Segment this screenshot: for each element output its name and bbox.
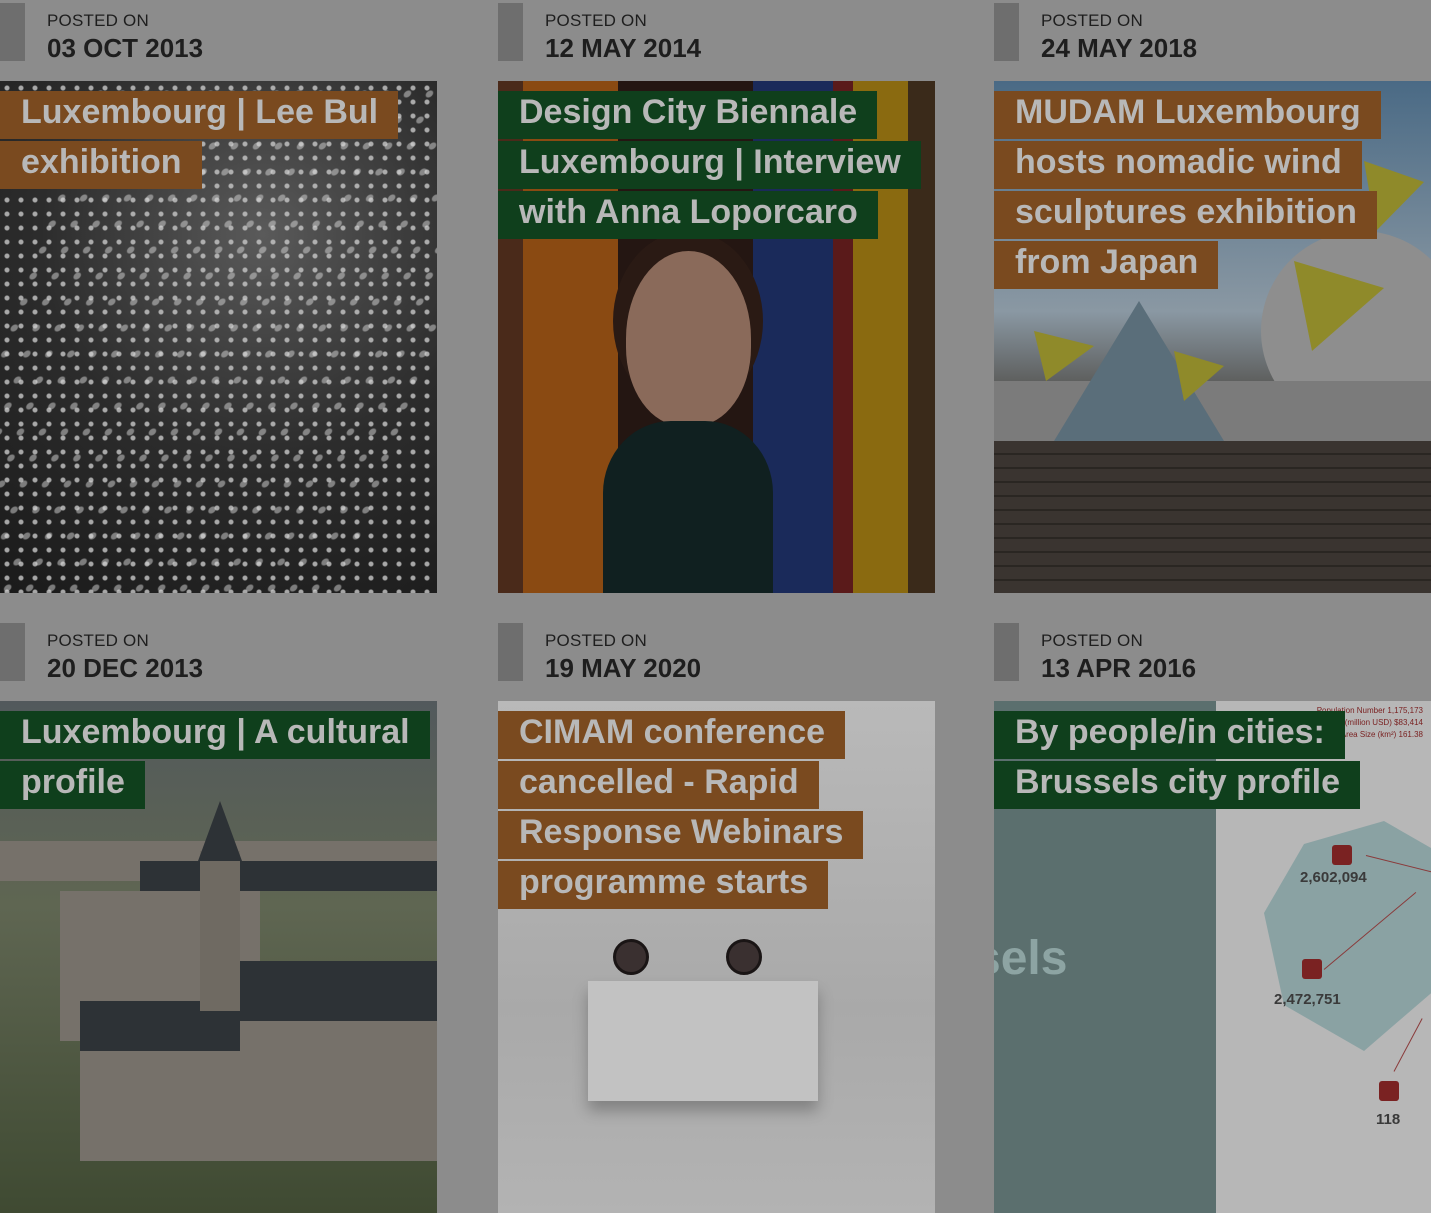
posted-on-label: POSTED ON — [47, 11, 149, 30]
meta-bar — [0, 3, 25, 61]
article-card[interactable]: POSTED ON 12 MAY 2014 Design City Bienna… — [498, 0, 935, 593]
infographic-band-text: sels — [994, 932, 1068, 985]
article-thumbnail[interactable]: Luxembourg | Lee Bul exhibition — [0, 81, 437, 593]
article-card[interactable]: POSTED ON 13 APR 2016 sels Population Nu… — [994, 620, 1431, 1213]
meta-bar — [994, 3, 1019, 61]
meta-bar — [498, 3, 523, 61]
post-date: 13 APR 2016 — [1041, 653, 1197, 683]
article-thumbnail[interactable]: sels Population Number 1,175,173 GDP (mi… — [994, 701, 1431, 1213]
posted-on-label: POSTED ON — [47, 631, 149, 650]
posted-on-label: POSTED ON — [545, 11, 647, 30]
post-date: 19 MAY 2020 — [545, 653, 702, 683]
infographic-stat: 2,602,094 — [1300, 869, 1367, 886]
post-meta: POSTED ON 24 MAY 2018 — [994, 0, 1431, 81]
article-card[interactable]: POSTED ON 19 MAY 2020 CIMAM conference c… — [498, 620, 935, 1213]
article-thumbnail[interactable]: MUDAM Luxembourg hosts nomadic wind scul… — [994, 81, 1431, 593]
meta-bar — [0, 623, 25, 681]
meta-bar — [994, 623, 1019, 681]
posted-on-label: POSTED ON — [1041, 11, 1143, 30]
article-thumbnail[interactable]: Luxembourg | A cultural profile — [0, 701, 437, 1213]
meta-bar — [498, 623, 523, 681]
article-grid: POSTED ON 03 OCT 2013 Luxembourg | Lee B… — [0, 0, 1431, 1213]
post-meta: POSTED ON 12 MAY 2014 — [498, 0, 935, 81]
post-meta: POSTED ON 03 OCT 2013 — [0, 0, 437, 81]
article-card[interactable]: POSTED ON 20 DEC 2013 Luxembourg | A cul… — [0, 620, 437, 1213]
article-title[interactable]: Design City Biennale Luxembourg | Interv… — [498, 87, 921, 239]
post-meta: POSTED ON 19 MAY 2020 — [498, 620, 935, 701]
article-thumbnail[interactable]: Design City Biennale Luxembourg | Interv… — [498, 81, 935, 593]
article-title[interactable]: By people/in cities: Brussels city profi… — [994, 707, 1414, 809]
article-card[interactable]: POSTED ON 24 MAY 2018 MUDAM Luxembourg h… — [994, 0, 1431, 593]
post-date: 20 DEC 2013 — [47, 653, 204, 683]
article-title[interactable]: CIMAM conference cancelled - Rapid Respo… — [498, 707, 918, 909]
post-meta: POSTED ON 20 DEC 2013 — [0, 620, 437, 701]
post-date: 03 OCT 2013 — [47, 33, 204, 63]
infographic-stat: 2,472,751 — [1274, 991, 1341, 1008]
infographic-stat: 118 — [1376, 1111, 1401, 1128]
books-icon — [1379, 1081, 1399, 1101]
suitcase-icon — [1332, 845, 1352, 865]
posted-on-label: POSTED ON — [1041, 631, 1143, 650]
people-icon — [1302, 959, 1322, 979]
article-title[interactable]: Luxembourg | A cultural profile — [0, 707, 430, 809]
post-date: 12 MAY 2014 — [545, 33, 702, 63]
article-title[interactable]: MUDAM Luxembourg hosts nomadic wind scul… — [994, 87, 1414, 289]
post-date: 24 MAY 2018 — [1041, 33, 1198, 63]
posted-on-label: POSTED ON — [545, 631, 647, 650]
article-title[interactable]: Luxembourg | Lee Bul exhibition — [0, 87, 420, 189]
post-meta: POSTED ON 13 APR 2016 — [994, 620, 1431, 701]
article-card[interactable]: POSTED ON 03 OCT 2013 Luxembourg | Lee B… — [0, 0, 437, 593]
article-thumbnail[interactable]: CIMAM conference cancelled - Rapid Respo… — [498, 701, 935, 1213]
